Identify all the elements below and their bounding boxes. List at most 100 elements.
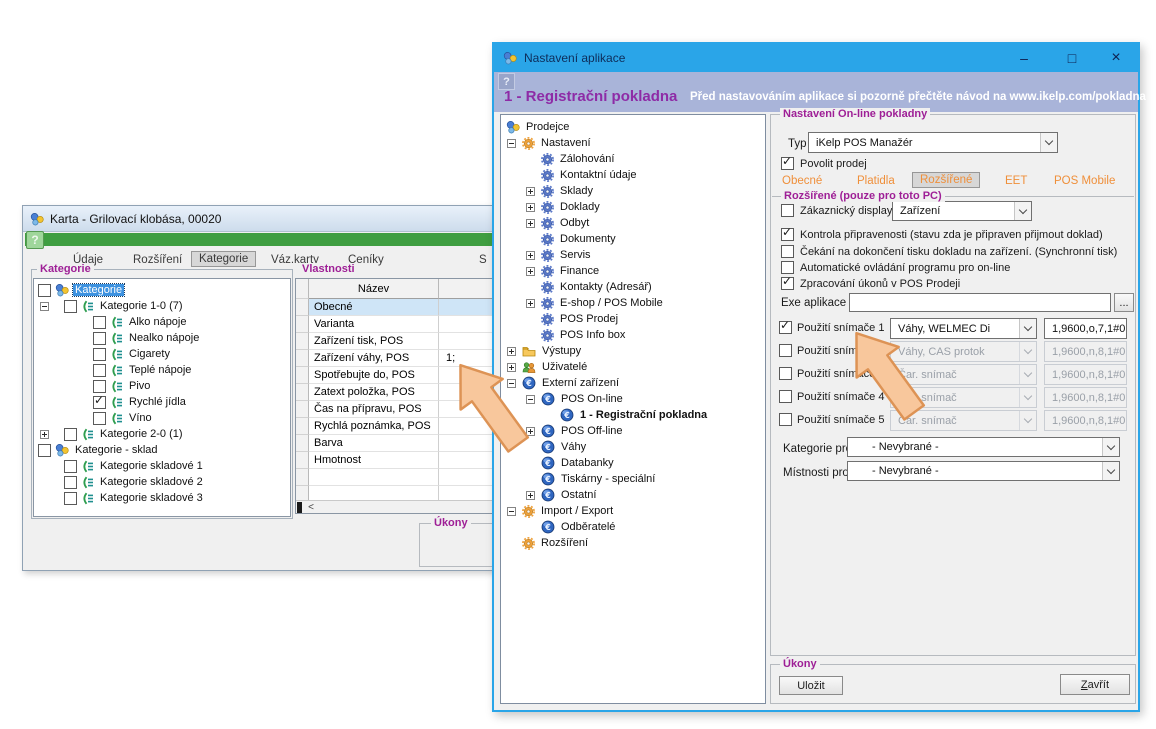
kategorie-tree-item[interactable]: Alko nápoje bbox=[34, 314, 290, 330]
nav-tree-item[interactable]: €Tiskárny - speciální bbox=[501, 471, 765, 487]
typ-dropdown[interactable]: iKelp POS Manažér bbox=[808, 132, 1058, 153]
close-icon[interactable]: × bbox=[1096, 44, 1136, 72]
minimize-button[interactable]: – bbox=[1004, 44, 1044, 72]
row-header-cell[interactable] bbox=[296, 367, 309, 384]
option-checkbox[interactable] bbox=[781, 204, 794, 217]
nav-tree-item[interactable]: Uživatelé bbox=[501, 359, 765, 375]
collapse-minus-icon[interactable] bbox=[507, 139, 516, 148]
tree-checkbox[interactable] bbox=[64, 476, 77, 489]
tree-checkbox[interactable] bbox=[93, 380, 106, 393]
kategorie-tree-item[interactable]: Kategorie skladové 1 bbox=[34, 458, 290, 474]
kategorie-tree-item[interactable]: Kategorie bbox=[34, 282, 290, 298]
expand-plus-icon[interactable] bbox=[507, 363, 516, 372]
row-header-cell[interactable] bbox=[296, 333, 309, 350]
nav-tree-item[interactable]: Nastavení bbox=[501, 135, 765, 151]
tree-checkbox[interactable] bbox=[93, 316, 106, 329]
snimac-params-field[interactable]: 1,9600,o,7,1#0 bbox=[1044, 318, 1127, 339]
kategorie-tree-item[interactable]: ✓Rychlé jídla bbox=[34, 394, 290, 410]
nav-tree-item[interactable]: Rozšíření bbox=[501, 535, 765, 551]
exe-browse-button[interactable]: ... bbox=[1114, 293, 1134, 312]
tab-obecn-[interactable]: Obecné bbox=[782, 175, 822, 187]
kategorie-prodej-dropdown[interactable]: - Nevybrané - bbox=[847, 437, 1120, 457]
kategorie-tree-item[interactable]: Kategorie skladové 2 bbox=[34, 474, 290, 490]
zakaznicky-display-dropdown[interactable]: Zařízení bbox=[892, 201, 1032, 221]
property-value-cell[interactable] bbox=[439, 299, 498, 316]
card-window-titlebar[interactable]: Karta - Grilovací klobása, 00020 bbox=[23, 206, 499, 232]
kategorie-tree-item[interactable]: Kategorie 1-0 (7) bbox=[34, 298, 290, 314]
nav-tree-item[interactable]: POS Info box bbox=[501, 327, 765, 343]
scroll-left-button[interactable]: < bbox=[304, 501, 318, 513]
nav-tree-item[interactable]: Import / Export bbox=[501, 503, 765, 519]
kategorie-tree-item[interactable]: Nealko nápoje bbox=[34, 330, 290, 346]
save-button[interactable]: Uložit bbox=[779, 676, 843, 695]
snimac-checkbox[interactable] bbox=[779, 344, 792, 357]
expand-plus-icon[interactable] bbox=[526, 219, 535, 228]
nav-tree-item[interactable]: €Ostatní bbox=[501, 487, 765, 503]
property-value-cell[interactable] bbox=[439, 316, 498, 333]
nav-tree-item[interactable]: Kontakty (Adresář) bbox=[501, 279, 765, 295]
table-row[interactable]: Hmotnost bbox=[296, 452, 498, 469]
table-row[interactable]: Barva bbox=[296, 435, 498, 452]
tab-pos-mobile[interactable]: POS Mobile bbox=[1054, 175, 1115, 187]
tree-checkbox[interactable] bbox=[64, 428, 77, 441]
tree-checkbox[interactable] bbox=[93, 348, 106, 361]
tab-roz-en-[interactable]: Rozšíření bbox=[133, 254, 182, 266]
kategorie-tree-item[interactable]: Kategorie - sklad bbox=[34, 442, 290, 458]
row-header-cell[interactable] bbox=[296, 350, 309, 367]
option-checkbox[interactable]: ✓ bbox=[781, 228, 794, 241]
table-row[interactable]: Zařízení tisk, POS bbox=[296, 333, 498, 350]
nav-tree-item[interactable]: €POS On-line bbox=[501, 391, 765, 407]
property-value-cell[interactable] bbox=[439, 333, 498, 350]
help-button[interactable]: ? bbox=[498, 73, 515, 90]
tree-checkbox[interactable] bbox=[93, 412, 106, 425]
expand-plus-icon[interactable] bbox=[526, 187, 535, 196]
maximize-button[interactable]: □ bbox=[1052, 44, 1092, 72]
snimac-checkbox[interactable] bbox=[779, 367, 792, 380]
mistnosti-prodej-dropdown[interactable]: - Nevybrané - bbox=[847, 461, 1120, 481]
tab-eet[interactable]: EET bbox=[1005, 175, 1027, 187]
chevron-down-icon[interactable] bbox=[1019, 319, 1036, 338]
kategorie-tree-item[interactable]: Kategorie skladové 3 bbox=[34, 490, 290, 506]
option-checkbox[interactable] bbox=[781, 261, 794, 274]
tree-checkbox[interactable] bbox=[64, 460, 77, 473]
kategorie-tree-item[interactable]: Teplé nápoje bbox=[34, 362, 290, 378]
povolit-prodej-checkbox[interactable]: ✓ bbox=[781, 157, 794, 170]
tree-checkbox[interactable] bbox=[38, 284, 51, 297]
kategorie-tree-item[interactable]: Víno bbox=[34, 410, 290, 426]
tab-kategorie[interactable]: Kategorie bbox=[191, 251, 256, 267]
exe-aplikace-field[interactable] bbox=[849, 293, 1111, 312]
tree-checkbox[interactable] bbox=[93, 332, 106, 345]
nav-tree-item[interactable]: Servis bbox=[501, 247, 765, 263]
snimac-checkbox[interactable]: ✓ bbox=[779, 321, 792, 334]
chevron-down-icon[interactable] bbox=[1014, 202, 1031, 220]
tree-checkbox[interactable]: ✓ bbox=[93, 396, 106, 409]
row-header-cell[interactable] bbox=[296, 452, 309, 469]
tab-s[interactable]: S bbox=[479, 254, 487, 266]
chevron-down-icon[interactable] bbox=[1102, 462, 1119, 480]
row-header-cell[interactable] bbox=[296, 401, 309, 418]
tree-checkbox[interactable] bbox=[38, 444, 51, 457]
expand-plus-icon[interactable] bbox=[526, 203, 535, 212]
nav-tree-item[interactable]: E-shop / POS Mobile bbox=[501, 295, 765, 311]
kategorie-tree-item[interactable]: Kategorie 2-0 (1) bbox=[34, 426, 290, 442]
nav-tree-item[interactable]: Sklady bbox=[501, 183, 765, 199]
table-row[interactable]: Varianta bbox=[296, 316, 498, 333]
horizontal-scrollbar[interactable]: < bbox=[296, 500, 498, 513]
nav-tree-item[interactable]: €Databanky bbox=[501, 455, 765, 471]
row-header-cell[interactable] bbox=[296, 316, 309, 333]
nav-tree-item[interactable]: Prodejce bbox=[501, 119, 765, 135]
chevron-down-icon[interactable] bbox=[1040, 133, 1057, 152]
row-header-cell[interactable] bbox=[296, 418, 309, 435]
collapse-minus-icon[interactable] bbox=[40, 302, 49, 311]
scrollbar-thumb[interactable] bbox=[297, 502, 302, 513]
nav-tree-item[interactable]: Doklady bbox=[501, 199, 765, 215]
chevron-down-icon[interactable] bbox=[1102, 438, 1119, 456]
option-checkbox[interactable]: ✓ bbox=[781, 277, 794, 290]
row-header-cell[interactable] bbox=[296, 384, 309, 401]
tab-roz-en-[interactable]: Rozšířené bbox=[912, 172, 980, 188]
nav-tree-item[interactable]: €Váhy bbox=[501, 439, 765, 455]
expand-plus-icon[interactable] bbox=[40, 430, 49, 439]
nav-tree-item[interactable]: Dokumenty bbox=[501, 231, 765, 247]
snimac-checkbox[interactable] bbox=[779, 390, 792, 403]
nav-tree-item[interactable]: Finance bbox=[501, 263, 765, 279]
